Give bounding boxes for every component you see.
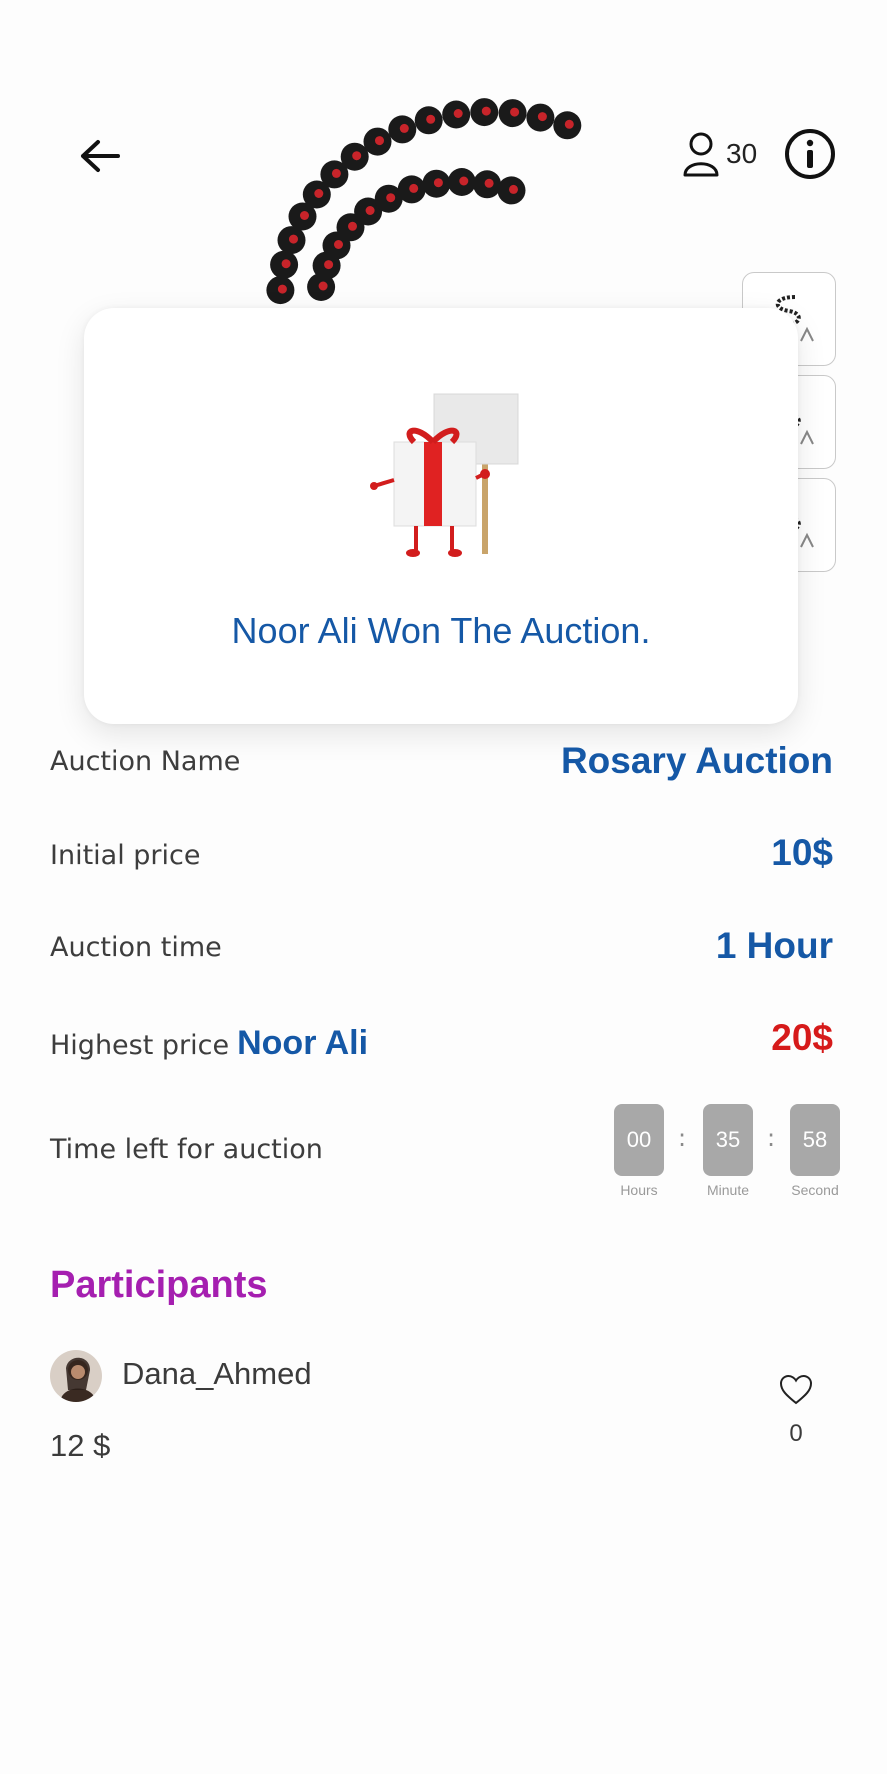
rosary-bead-accent bbox=[324, 260, 334, 270]
heart-icon bbox=[779, 1374, 813, 1405]
countdown-seconds-caption: Second bbox=[791, 1182, 839, 1198]
participants-count-value: 30 bbox=[726, 138, 758, 169]
info-circle-icon bbox=[785, 129, 835, 179]
avatar[interactable] bbox=[50, 1350, 102, 1402]
countdown-minutes: 35 Minute bbox=[703, 1104, 753, 1198]
countdown-hours: 00 Hours bbox=[614, 1104, 664, 1198]
rosary-bead-accent bbox=[459, 176, 469, 186]
countdown-separator: : bbox=[678, 1124, 687, 1152]
initial-price-value: 10$ bbox=[771, 832, 833, 873]
countdown-minutes-caption: Minute bbox=[706, 1182, 750, 1198]
rosary-bead-accent bbox=[352, 151, 362, 161]
highest-bidder-name: Noor Ali bbox=[237, 1024, 369, 1062]
rosary-bead-accent bbox=[348, 221, 357, 231]
rosary-bead-accent bbox=[564, 119, 574, 129]
rosary-bead-accent bbox=[334, 240, 343, 249]
rosary-bead-accent bbox=[314, 189, 324, 198]
rosary-bead-accent bbox=[510, 107, 520, 117]
info-button[interactable] bbox=[782, 126, 838, 182]
highest-price-label: Highest price bbox=[50, 1030, 230, 1061]
rosary-bead-accent bbox=[484, 178, 494, 188]
participants-count: 30 bbox=[682, 126, 757, 182]
rosary-bead-accent bbox=[365, 206, 375, 215]
highest-price-row: Highest price Noor Ali bbox=[50, 1024, 368, 1063]
auction-name-value: Rosary Auction bbox=[560, 740, 833, 781]
participant-name: Dana_Ahmed bbox=[122, 1356, 312, 1391]
rosary-bead-accent bbox=[481, 106, 491, 116]
rosary-bead-accent bbox=[509, 184, 518, 194]
countdown-separator: : bbox=[767, 1124, 776, 1152]
rosary-bead-accent bbox=[386, 193, 396, 203]
rosary-image bbox=[266, 98, 582, 305]
rosary-bead-accent bbox=[375, 136, 384, 146]
rosary-bead-accent bbox=[300, 211, 309, 220]
gift-mascot-illustration bbox=[370, 393, 519, 557]
back-button[interactable] bbox=[72, 128, 128, 184]
arrow-left-icon bbox=[81, 140, 120, 172]
rosary-bead-accent bbox=[331, 168, 341, 178]
time-left-label: Time left for auction bbox=[50, 1134, 323, 1165]
rosary-bead-accent bbox=[289, 234, 298, 244]
countdown-hours-value: 00 bbox=[614, 1104, 664, 1176]
winner-message: Noor Ali Won The Auction. bbox=[231, 610, 651, 651]
avatar-icon bbox=[50, 1350, 102, 1402]
participant-bid: 12 $ bbox=[50, 1428, 111, 1463]
rosary-bead-accent bbox=[453, 109, 463, 118]
user-outline-icon bbox=[683, 132, 719, 177]
rosary-bead-accent bbox=[399, 123, 409, 133]
rosary-bead-accent bbox=[318, 281, 328, 291]
auction-time-value: 1 Hour bbox=[715, 925, 833, 966]
countdown-minutes-value: 35 bbox=[703, 1104, 753, 1176]
countdown-hours-caption: Hours bbox=[620, 1182, 658, 1198]
auction-name-label: Auction Name bbox=[50, 746, 241, 777]
rosary-bead-accent bbox=[277, 284, 287, 294]
participants-title: Participants bbox=[50, 1264, 268, 1306]
rosary-bead-accent bbox=[537, 112, 547, 122]
rosary-bead-accent bbox=[433, 178, 443, 188]
countdown-seconds-value: 58 bbox=[790, 1104, 840, 1176]
winner-card: Noor Ali Won The Auction. bbox=[84, 308, 798, 724]
rosary-bead-accent bbox=[281, 259, 291, 269]
like-count: 0 bbox=[789, 1420, 803, 1447]
rosary-bead-accent bbox=[409, 183, 419, 193]
like-button[interactable] bbox=[778, 1372, 814, 1408]
countdown-seconds: 58 Second bbox=[790, 1104, 840, 1198]
initial-price-label: Initial price bbox=[50, 840, 201, 871]
highest-price-value: 20$ bbox=[771, 1017, 833, 1058]
rosary-bead-accent bbox=[426, 114, 436, 124]
auction-time-label: Auction time bbox=[50, 932, 222, 963]
